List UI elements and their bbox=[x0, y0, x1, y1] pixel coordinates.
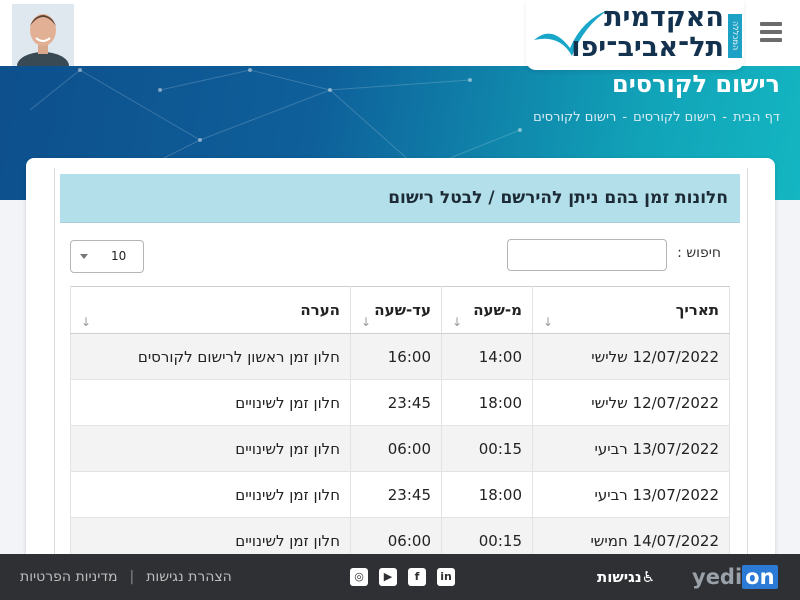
breadcrumb-separator: - bbox=[622, 110, 628, 125]
page-length-value: 10 bbox=[111, 249, 127, 263]
panel-title: חלונות זמן בהם ניתן להירשם / לבטל רישום bbox=[388, 188, 728, 208]
cell-to-time: 23:45 bbox=[350, 379, 442, 426]
panel-header: חלונות זמן בהם ניתן להירשם / לבטל רישום bbox=[60, 174, 740, 223]
breadcrumb-current: רישום לקורסים bbox=[533, 110, 617, 125]
user-avatar[interactable] bbox=[12, 4, 74, 66]
youtube-icon[interactable]: ▶ bbox=[379, 568, 397, 586]
social-links: ◎ ▶ f in bbox=[350, 568, 455, 586]
sort-arrow-icon: ↓ bbox=[81, 315, 92, 329]
table-row: 13/07/2022 רביעי 00:15 06:00 חלון זמן לש… bbox=[70, 425, 730, 472]
logo-vertical-label: המכללה bbox=[728, 14, 742, 58]
content-card: חלונות זמן בהם ניתן להירשם / לבטל רישום … bbox=[26, 158, 775, 588]
cell-to-time: 23:45 bbox=[350, 471, 442, 518]
privacy-policy-link[interactable]: מדיניות הפרטיות bbox=[20, 569, 118, 585]
cell-date: 12/07/2022 שלישי bbox=[532, 333, 730, 380]
dropdown-arrow-icon bbox=[80, 254, 88, 259]
cell-to-time: 06:00 bbox=[350, 425, 442, 472]
linkedin-icon[interactable]: in bbox=[437, 568, 455, 586]
footer-divider: | bbox=[129, 569, 135, 585]
yedion-logo: yedi on bbox=[692, 565, 778, 589]
column-header-from-time[interactable]: מ-שעה ↓ bbox=[441, 286, 533, 334]
column-label-from-time: מ-שעה bbox=[473, 301, 522, 319]
breadcrumb: דף הבית-רישום לקורסים-רישום לקורסים bbox=[533, 110, 780, 125]
cell-note: חלון זמן לשינויים bbox=[70, 471, 351, 518]
cell-note: חלון זמן לשינויים bbox=[70, 379, 351, 426]
breadcrumb-home[interactable]: דף הבית bbox=[733, 110, 780, 125]
footer-bar: הצהרת נגישות | מדיניות הפרטיות ◎ ▶ f in ♿נ… bbox=[0, 554, 800, 600]
cell-from-time: 00:15 bbox=[441, 425, 533, 472]
sort-arrow-icon: ↓ bbox=[452, 315, 463, 329]
accessibility-label: נגישות bbox=[597, 568, 642, 586]
logo-text-line2: תל־אביב־יפו bbox=[571, 32, 724, 63]
search-label: חיפוש : bbox=[677, 245, 721, 261]
cell-note: חלון זמן ראשון לרישום לקורסים bbox=[70, 333, 351, 380]
breadcrumb-separator: - bbox=[722, 110, 727, 125]
column-label-date: תאריך bbox=[675, 301, 719, 319]
avatar-image bbox=[12, 4, 74, 66]
logo-text-line1: האקדמית bbox=[604, 2, 724, 33]
column-header-date[interactable]: תאריך ↓ bbox=[532, 286, 730, 334]
cell-from-time: 18:00 bbox=[441, 471, 533, 518]
accessibility-icon: ♿ bbox=[641, 568, 656, 586]
table-row: 12/07/2022 שלישי 14:00 16:00 חלון זמן רא… bbox=[70, 333, 730, 380]
sort-arrow-icon: ↓ bbox=[361, 315, 372, 329]
cell-date: 13/07/2022 רביעי bbox=[532, 425, 730, 472]
column-label-to-time: עד-שעה bbox=[374, 301, 431, 319]
yedion-logo-suffix: on bbox=[742, 565, 778, 589]
search-input[interactable] bbox=[507, 239, 667, 271]
cell-note: חלון זמן לשינויים bbox=[70, 425, 351, 472]
breadcrumb-course-registration[interactable]: רישום לקורסים bbox=[633, 110, 716, 125]
column-label-note: הערה bbox=[300, 301, 340, 319]
footer-links: הצהרת נגישות | מדיניות הפרטיות bbox=[20, 569, 232, 585]
accessibility-statement-link[interactable]: הצהרת נגישות bbox=[146, 569, 232, 585]
cell-from-time: 18:00 bbox=[441, 379, 533, 426]
table-row: 13/07/2022 רביעי 18:00 23:45 חלון זמן לש… bbox=[70, 471, 730, 518]
cell-to-time: 16:00 bbox=[350, 333, 442, 380]
column-header-to-time[interactable]: עד-שעה ↓ bbox=[350, 286, 442, 334]
instagram-icon[interactable]: ◎ bbox=[350, 568, 368, 586]
facebook-icon[interactable]: f bbox=[408, 568, 426, 586]
cell-date: 12/07/2022 שלישי bbox=[532, 379, 730, 426]
column-header-note[interactable]: הערה ↓ bbox=[70, 286, 351, 334]
sort-arrow-icon: ↓ bbox=[543, 315, 554, 329]
cell-date: 13/07/2022 רביעי bbox=[532, 471, 730, 518]
time-windows-table: תאריך ↓ מ-שעה ↓ עד-שעה ↓ הערה ↓ 12/07/2022 ש… bbox=[70, 286, 730, 564]
college-logo[interactable]: האקדמית תל־אביב־יפו המכללה bbox=[526, 0, 744, 70]
cell-from-time: 14:00 bbox=[441, 333, 533, 380]
page-title: רישום לקורסים bbox=[612, 70, 780, 98]
yedion-logo-prefix: yedi bbox=[692, 565, 743, 589]
accessibility-button[interactable]: ♿נגישות bbox=[597, 568, 655, 586]
page-length-select[interactable]: 10 bbox=[70, 240, 144, 273]
table-row: 12/07/2022 שלישי 18:00 23:45 חלון זמן לש… bbox=[70, 379, 730, 426]
hamburger-menu-icon[interactable] bbox=[760, 22, 782, 44]
